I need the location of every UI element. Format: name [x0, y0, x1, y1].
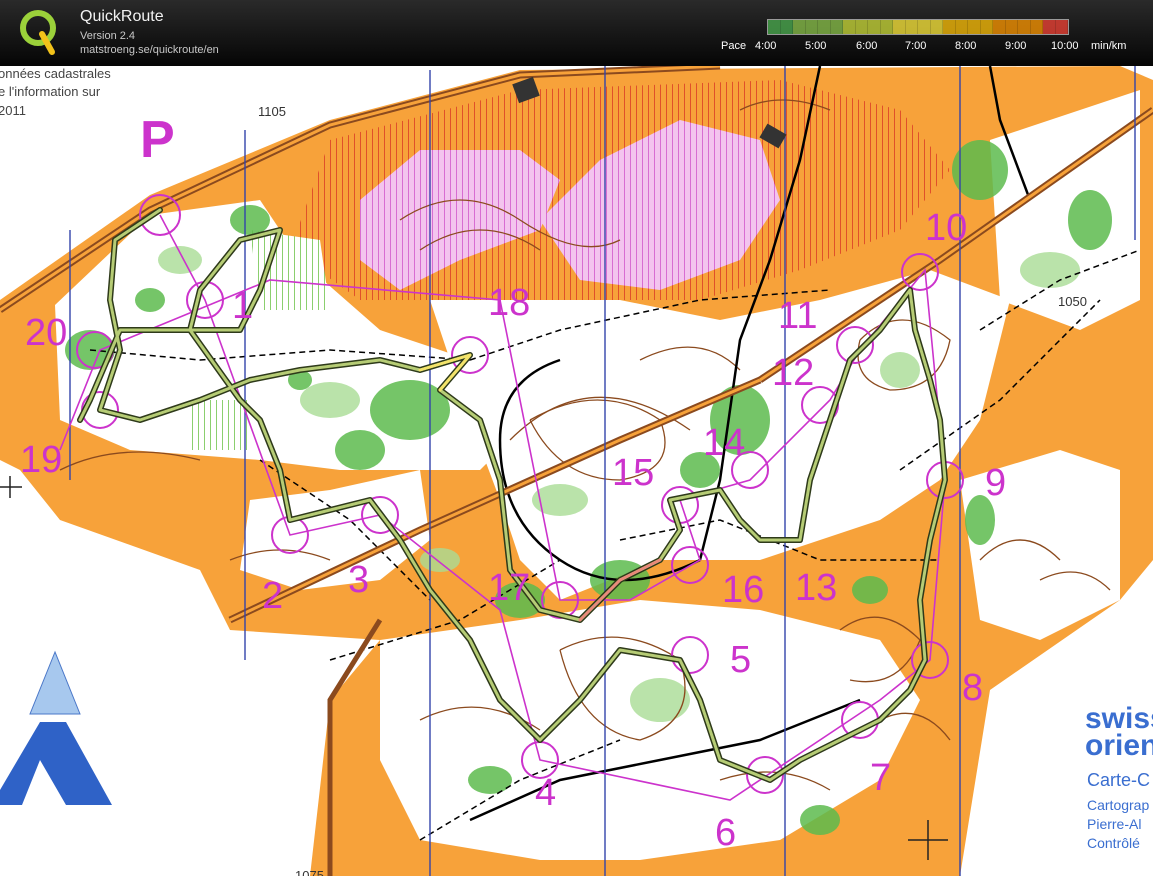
pace-tick: 5:00: [805, 40, 827, 52]
parking-symbol: P: [140, 111, 175, 169]
control-number: 8: [962, 667, 983, 709]
pace-tick: 8:00: [955, 40, 977, 52]
control-number: 12: [772, 352, 814, 394]
pace-scale-segment: [1018, 20, 1031, 34]
map-publisher-logo: swiss orien: [1085, 702, 1153, 762]
pace-unit: min/km: [1091, 40, 1127, 52]
height-label: 1050: [1058, 294, 1087, 309]
pace-scale-segment: [1043, 20, 1056, 34]
height-label: 1075: [295, 868, 324, 876]
green-hatched-area: [190, 400, 250, 450]
control-number: 4: [535, 772, 556, 814]
app-title: QuickRoute: [80, 8, 164, 25]
pace-tick: 6:00: [856, 40, 878, 52]
control-number: 19: [20, 439, 62, 481]
pace-scale-segment: [955, 20, 968, 34]
pace-scale-segment: [830, 20, 843, 34]
pace-scale-segment: [943, 20, 956, 34]
logo-line: orien: [1085, 729, 1153, 762]
pace-scale-segment: [905, 20, 918, 34]
pace-scale-segment: [880, 20, 893, 34]
green-hatched-area: [250, 230, 330, 310]
control-number: 18: [488, 282, 530, 324]
pace-tick: 4:00: [755, 40, 777, 52]
control-number: 9: [985, 462, 1006, 504]
control-number: 15: [612, 452, 654, 494]
quickroute-header: QuickRoute Version 2.4 matstroeng.se/qui…: [0, 0, 1153, 66]
info-line: Pierre-Al: [1087, 816, 1141, 832]
pace-scale-segment: [980, 20, 993, 34]
pace-scale-segment: [893, 20, 906, 34]
pace-scale-segment: [1030, 20, 1043, 34]
pace-scale-segment: [930, 20, 943, 34]
pace-scale-segment: [818, 20, 831, 34]
cadastral-note-line: onnées cadastrales: [0, 66, 111, 81]
control-number: 16: [722, 569, 764, 611]
pace-scale-segment: [855, 20, 868, 34]
control-number: 13: [795, 567, 837, 609]
pace-scale-segment: [780, 20, 793, 34]
pace-scale-segment: [768, 20, 781, 34]
pace-color-scale: [767, 19, 1069, 35]
control-number: 10: [925, 207, 967, 249]
pace-tick: 7:00: [905, 40, 927, 52]
control-number: 14: [703, 422, 745, 464]
pace-tick: 10:00: [1051, 40, 1079, 52]
app-version: Version 2.4: [80, 30, 136, 42]
pace-scale-segment: [805, 20, 818, 34]
cadastral-note-line: 2011: [0, 103, 26, 118]
control-number: 5: [730, 639, 751, 681]
pace-scale-segment: [1055, 20, 1068, 34]
pace-scale-segment: [843, 20, 856, 34]
control-number: 7: [870, 757, 891, 799]
quickroute-logo-icon: [20, 10, 56, 55]
control-number: 2: [262, 575, 283, 617]
pace-scale-segment: [918, 20, 931, 34]
control-number: 20: [25, 312, 67, 354]
cadastral-note-line: e l'information sur: [0, 84, 101, 99]
control-number: 11: [778, 295, 817, 337]
app-url[interactable]: matstroeng.se/quickroute/en: [80, 44, 219, 56]
info-line: Carte-C: [1087, 770, 1150, 790]
pace-tick: 9:00: [1005, 40, 1027, 52]
control-number: 6: [715, 812, 736, 854]
pace-scale-segment: [993, 20, 1006, 34]
control-number: 1: [232, 285, 253, 327]
pace-scale-segment: [968, 20, 981, 34]
info-line: Cartograp: [1087, 797, 1149, 813]
pace-scale-segment: [1005, 20, 1018, 34]
pace-scale-segment: [868, 20, 881, 34]
pace-label: Pace: [721, 40, 747, 52]
pace-scale-segment: [793, 20, 806, 34]
control-number: 3: [348, 559, 369, 601]
height-label: 1105: [258, 104, 286, 119]
orienteering-map[interactable]: 1 2 3 4 5 6 7 8 9 10 11 12 13 14 15 16 1…: [0, 66, 1153, 876]
info-line: Contrôlé: [1087, 835, 1140, 851]
control-number: 17: [488, 567, 530, 609]
